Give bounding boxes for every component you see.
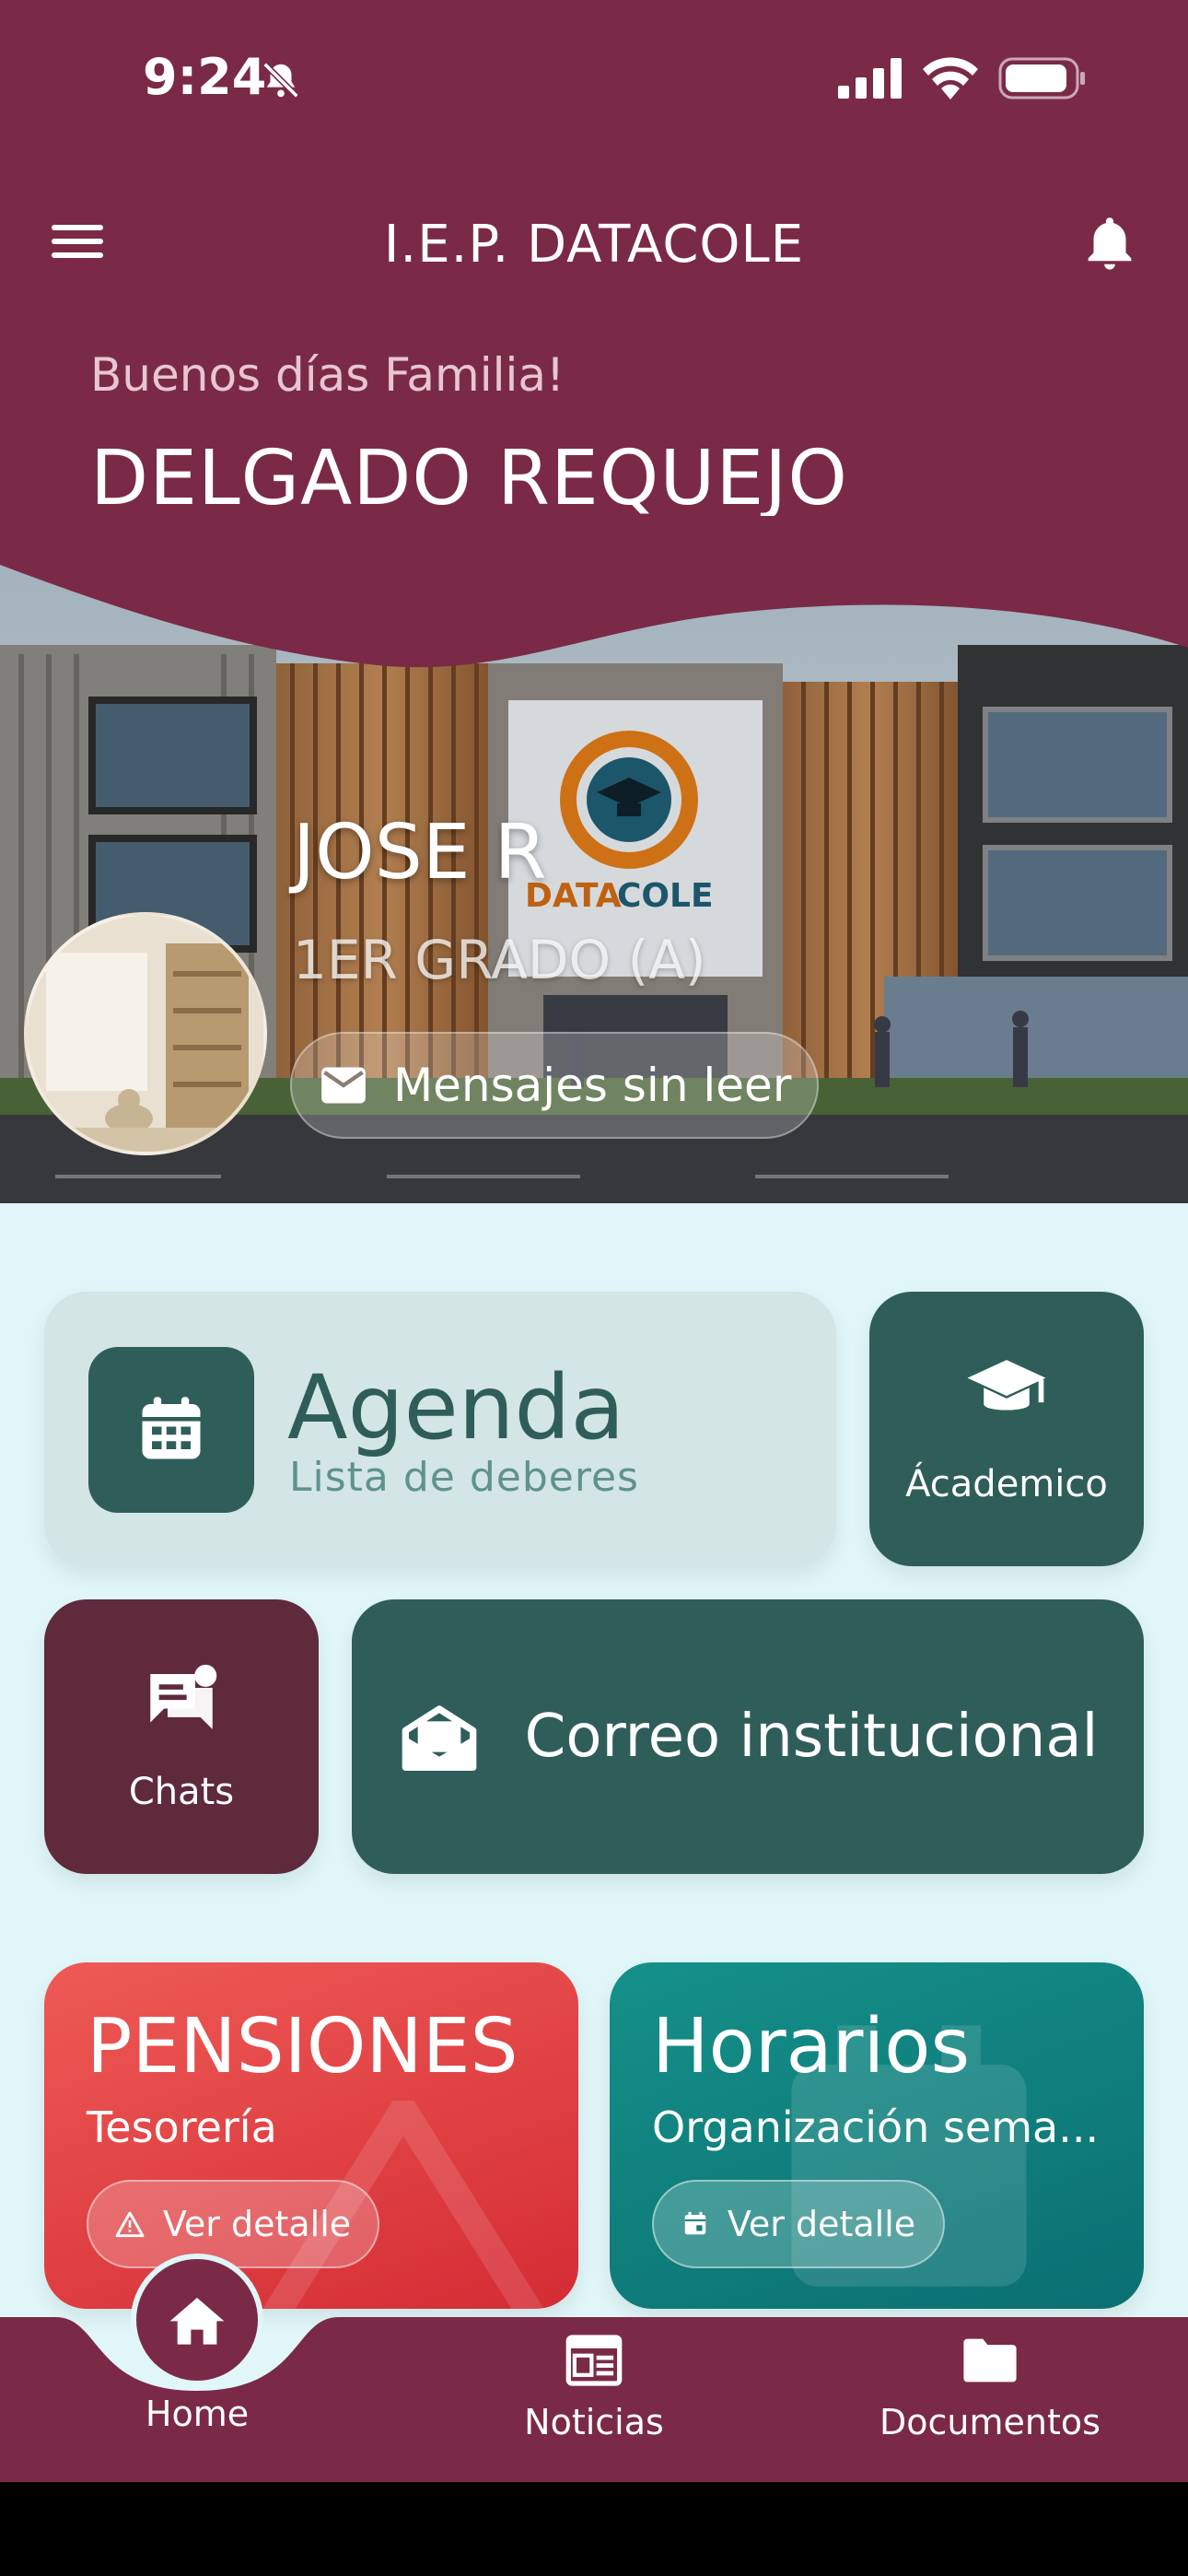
nav-home-button[interactable] (131, 2254, 263, 2386)
app-title: I.E.P. DATACOLE (383, 215, 805, 275)
nav-home-label[interactable]: Home (59, 2394, 335, 2434)
horarios-detail-label: Ver detalle (727, 2204, 916, 2244)
nav-noticias-label: Noticias (524, 2402, 664, 2442)
chats-card[interactable]: Chats (44, 1599, 319, 1874)
horarios-card[interactable]: Horarios Organización sema... Ver detall… (610, 1962, 1144, 2309)
chats-label: Chats (128, 1771, 235, 1813)
student-name: JOSE R (293, 809, 547, 896)
nav-documentos[interactable]: Documentos (852, 2328, 1128, 2442)
header-wave (0, 516, 1188, 668)
horarios-detail-button[interactable]: Ver detalle (652, 2180, 945, 2268)
top-app-bar: I.E.P. DATACOLE (0, 198, 1188, 290)
correo-institucional-card[interactable]: Correo institucional (352, 1599, 1144, 1874)
agenda-title: Agenda (287, 1356, 625, 1459)
academico-label: Ácademico (905, 1463, 1108, 1505)
warning-icon (115, 2211, 145, 2238)
horarios-title: Horarios (652, 2003, 971, 2090)
newspaper-icon (456, 2328, 732, 2393)
graduation-cap-icon (869, 1356, 1144, 1423)
calendar-icon (88, 1347, 254, 1513)
academico-card[interactable]: Ácademico (869, 1292, 1144, 1566)
family-name: DELGADO REQUEJO (90, 435, 848, 522)
silent-mode-icon (262, 62, 299, 99)
greeting-text: Buenos días Familia! (90, 348, 565, 402)
home-screen: 9:24 I.E.P. DATACOLE Buenos días Familia… (0, 0, 1188, 2482)
pensiones-detail-button[interactable]: Ver detalle (87, 2180, 379, 2268)
nav-documentos-label: Documentos (879, 2402, 1101, 2442)
status-time: 9:24 (143, 48, 267, 106)
cellular-signal-icon (838, 58, 902, 99)
status-bar: 9:24 (0, 0, 1188, 161)
home-icon (169, 2298, 225, 2345)
agenda-card[interactable]: Agenda Lista de deberes (44, 1292, 836, 1566)
school-banner: DATA COLE (0, 516, 1188, 1203)
student-avatar[interactable] (24, 912, 267, 1155)
envelope-icon (321, 1067, 366, 1104)
open-envelope-icon (402, 1705, 476, 1771)
calendar-small-icon (684, 2211, 706, 2235)
unread-messages-button[interactable]: Mensajes sin leer (290, 1032, 820, 1139)
chat-icon (44, 1660, 319, 1743)
student-grade: 1ER GRADO (A) (293, 929, 706, 991)
pensiones-title: PENSIONES (87, 2003, 518, 2090)
pensiones-card[interactable]: PENSIONES Tesorería Ver detalle (44, 1962, 578, 2309)
correo-label: Correo institucional (524, 1703, 1099, 1771)
status-indicators (838, 57, 1087, 100)
pensiones-detail-label: Ver detalle (162, 2204, 352, 2244)
horarios-subtitle: Organización sema... (652, 2102, 1100, 2152)
notifications-bell-icon[interactable] (1077, 211, 1142, 275)
battery-icon (998, 57, 1085, 100)
system-home-indicator-area (0, 2482, 1188, 2576)
pensiones-subtitle: Tesorería (87, 2102, 277, 2152)
wifi-icon (923, 57, 978, 100)
agenda-subtitle: Lista de deberes (289, 1454, 639, 1501)
folder-icon (852, 2328, 1128, 2393)
unread-messages-label: Mensajes sin leer (393, 1059, 792, 1112)
nav-noticias[interactable]: Noticias (456, 2328, 732, 2442)
